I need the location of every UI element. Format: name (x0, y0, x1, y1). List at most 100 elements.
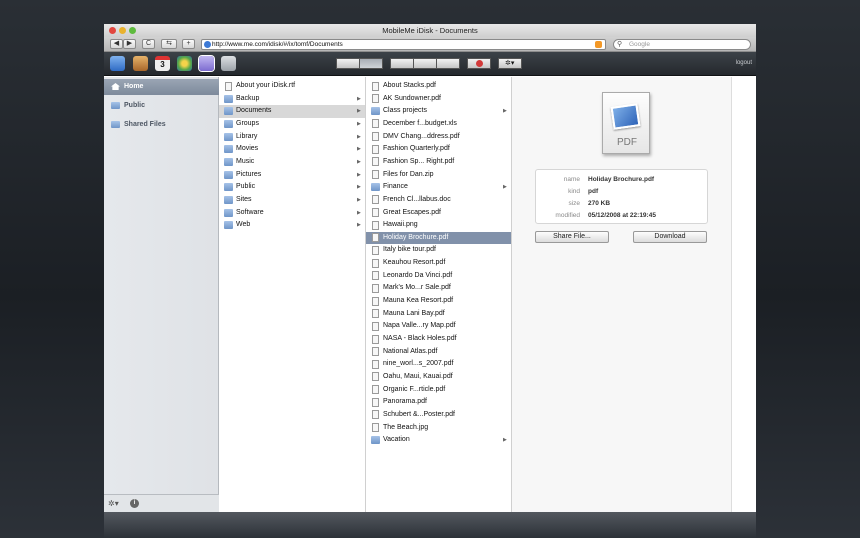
folder-row[interactable]: Documents ▶ (219, 105, 365, 118)
folder-icon (371, 436, 380, 445)
url-field[interactable]: http://www.me.com/idisk/#/ix/tomf/Docume… (201, 39, 606, 50)
download-button[interactable]: Download (633, 231, 707, 243)
file-row[interactable]: Holiday Brochure.pdf (366, 231, 511, 245)
file-row[interactable]: Mauna Lani Bay.pdf (366, 308, 511, 321)
file-row[interactable]: nine_worl...s_2007.pdf (366, 358, 511, 371)
document-icon (372, 132, 379, 142)
info-value-size: 270 KB (588, 200, 611, 207)
file-row[interactable]: Italy bike tour.pdf (366, 244, 511, 257)
sidebar-item-shared-files[interactable]: Shared Files (104, 117, 219, 133)
minimize-window-button[interactable] (119, 27, 126, 34)
file-row[interactable]: National Atlas.pdf (366, 346, 511, 359)
folder-row[interactable]: Class projects ▶ (366, 105, 511, 118)
download-tray-button[interactable] (436, 58, 460, 69)
folder-row[interactable]: Finance ▶ (366, 181, 511, 194)
forward-button[interactable]: ▶ (123, 39, 136, 49)
folder-row[interactable]: Movies ▶ (219, 143, 365, 156)
file-row[interactable]: Hawaii.png (366, 219, 511, 232)
folder-icon (224, 94, 233, 103)
file-row[interactable]: Files for Dan.zip (366, 169, 511, 182)
title-bar: MobileMe iDisk - Documents (104, 24, 756, 37)
folder-row[interactable]: Library ▶ (219, 131, 365, 144)
file-row[interactable]: December f...budget.xls (366, 118, 511, 131)
folder-row[interactable]: Groups ▶ (219, 118, 365, 131)
folder-row[interactable]: Music ▶ (219, 156, 365, 169)
contacts-app-icon[interactable] (133, 56, 148, 71)
folder-icon (371, 107, 380, 116)
rss-icon[interactable] (595, 41, 602, 48)
file-row[interactable]: Keauhou Resort.pdf (366, 257, 511, 270)
file-row[interactable]: Mauna Kea Resort.pdf (366, 295, 511, 308)
folder-row[interactable]: Web ▶ (219, 219, 365, 232)
file-row[interactable]: Napa Valle...ry Map.pdf (366, 320, 511, 333)
file-row[interactable]: Fashion Quarterly.pdf (366, 143, 511, 156)
folder-icon (224, 170, 233, 179)
folder-row[interactable]: Software ▶ (219, 207, 365, 220)
folder-row[interactable]: Vacation ▶ (366, 434, 511, 447)
file-row[interactable]: AK Sundowner.pdf (366, 93, 511, 106)
bookmarks-button[interactable]: ⇆ (161, 39, 177, 49)
file-row[interactable]: Great Escapes.pdf (366, 207, 511, 220)
delete-button[interactable] (467, 58, 491, 69)
search-icon: ⚲ (617, 41, 623, 48)
zoom-window-button[interactable] (129, 27, 136, 34)
folder-row[interactable]: Sites ▶ (219, 194, 365, 207)
document-icon (372, 208, 379, 217)
file-row[interactable]: About Stacks.pdf (366, 80, 511, 93)
upload-button[interactable] (413, 58, 437, 69)
document-icon (372, 372, 379, 382)
row-label: The Beach.jpg (383, 423, 429, 431)
close-window-button[interactable] (109, 27, 116, 34)
row-label: DMV Chang...ddress.pdf (383, 132, 460, 140)
logout-link[interactable]: logout (736, 60, 752, 66)
row-label: Keauhou Resort.pdf (383, 259, 446, 267)
file-row[interactable]: Panorama.pdf (366, 396, 511, 409)
sidebar-item-public[interactable]: Public (104, 98, 219, 114)
info-icon[interactable]: i (130, 499, 139, 508)
account-app-icon[interactable] (221, 56, 236, 71)
folder-row[interactable]: Pictures ▶ (219, 169, 365, 182)
add-bookmark-button[interactable]: + (182, 39, 195, 49)
search-field[interactable]: ⚲ Google (613, 39, 751, 50)
file-row[interactable]: Oahu, Maui, Kauai.pdf (366, 371, 511, 384)
sidebar-item-home[interactable]: Home (104, 79, 219, 95)
document-icon (372, 258, 379, 268)
info-value-modified: 05/12/2008 at 22:19:45 (588, 212, 656, 219)
folder-row[interactable]: Public ▶ (219, 181, 365, 194)
reload-button[interactable]: C (142, 39, 155, 49)
row-label: NASA - Black Holes.pdf (383, 335, 457, 342)
list-view-button[interactable] (336, 58, 360, 69)
file-row[interactable]: Mark's Mo...r Sale.pdf (366, 282, 511, 295)
idisk-app-icon[interactable] (199, 56, 214, 71)
document-icon (372, 170, 379, 180)
back-button[interactable]: ◀ (110, 39, 123, 49)
folder-icon (371, 183, 380, 192)
disclosure-arrow-icon: ▶ (503, 184, 507, 191)
folder-icon (224, 119, 233, 128)
file-row[interactable]: The Beach.jpg (366, 422, 511, 435)
calendar-app-icon[interactable]: 3 (155, 56, 170, 71)
file-row[interactable]: Fashion Sp... Right.pdf (366, 156, 511, 169)
folder-icon (224, 183, 233, 192)
document-icon (372, 359, 379, 369)
document-icon (372, 271, 379, 281)
file-row[interactable]: NASA - Black Holes.pdf (366, 333, 511, 346)
file-row[interactable]: About your iDisk.rtf (219, 80, 365, 93)
gallery-app-icon[interactable] (177, 56, 192, 71)
column-view-button[interactable] (359, 58, 383, 69)
row-label: National Atlas.pdf (383, 347, 438, 355)
new-folder-button[interactable] (390, 58, 414, 69)
file-row[interactable]: French Cl...llabus.doc (366, 194, 511, 207)
action-menu-button[interactable]: ✲▾ (498, 58, 522, 69)
gear-icon: ✲▾ (505, 60, 515, 67)
file-row[interactable]: Schubert &...Poster.pdf (366, 409, 511, 422)
row-label: Music (236, 157, 255, 165)
share-file-button[interactable]: Share File... (535, 231, 609, 243)
gear-menu-icon[interactable]: ✲▾ (108, 499, 119, 508)
file-row[interactable]: Organic F...rticle.pdf (366, 384, 511, 397)
row-label: Groups (236, 119, 259, 127)
folder-row[interactable]: Backup ▶ (219, 93, 365, 106)
file-row[interactable]: DMV Chang...ddress.pdf (366, 131, 511, 144)
file-row[interactable]: Leonardo Da Vinci.pdf (366, 270, 511, 283)
mail-app-icon[interactable] (110, 56, 125, 71)
